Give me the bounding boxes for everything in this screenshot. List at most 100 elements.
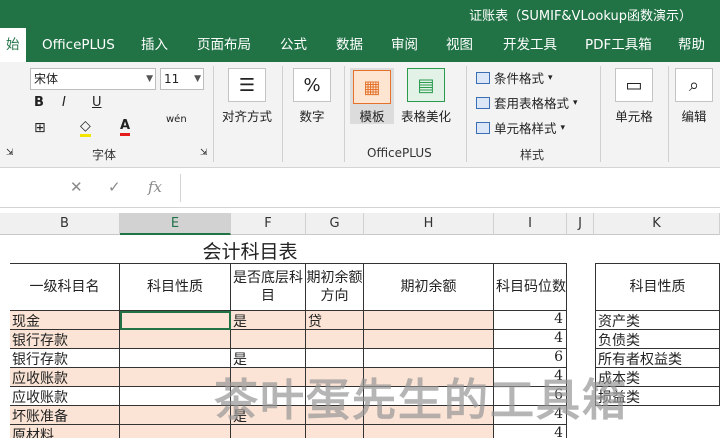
divider: [344, 66, 345, 162]
divider: [466, 66, 467, 162]
template-icon: ▦: [353, 70, 391, 104]
bold-button[interactable]: B: [34, 95, 44, 110]
alignment-label: 对齐方式: [221, 109, 272, 124]
cell-account-name[interactable]: 坏账准备: [10, 406, 120, 425]
cell-account-name[interactable]: 银行存款: [10, 349, 120, 368]
cell-is-leaf[interactable]: [231, 330, 306, 349]
cell-code-digits[interactable]: 4: [494, 311, 567, 330]
cells-button[interactable]: ▭ 单元格: [606, 68, 662, 125]
cell-is-leaf[interactable]: 是: [231, 311, 306, 330]
divider: [668, 66, 669, 162]
editing-button[interactable]: ⌕ 编辑: [672, 68, 716, 125]
template-button[interactable]: ▦ 模板: [350, 68, 394, 124]
format-as-table-button[interactable]: 套用表格格式 ▾: [476, 93, 578, 112]
tab-data[interactable]: 数据: [336, 28, 363, 62]
cell-account-name[interactable]: 原材料: [10, 425, 120, 438]
percent-icon: %: [293, 68, 331, 102]
table-beautify-icon: ▤: [407, 68, 445, 102]
font-size-select[interactable]: 11 ▼: [160, 68, 204, 90]
alignment-button[interactable]: ☰ 对齐方式: [218, 68, 276, 125]
cell-balance-direction[interactable]: 贷: [306, 311, 364, 330]
cell-k-nature[interactable]: 负债类: [595, 330, 720, 349]
conditional-format-button[interactable]: 条件格式 ▾: [476, 68, 553, 87]
column-header-b[interactable]: B: [10, 213, 120, 235]
column-header-g[interactable]: G: [306, 213, 364, 235]
cell-account-name[interactable]: 应收账款: [10, 387, 120, 406]
cell-style-icon: [476, 121, 490, 134]
cell-account-name[interactable]: 银行存款: [10, 330, 120, 349]
function-icon[interactable]: fx: [148, 178, 162, 196]
divider: [600, 66, 601, 162]
formula-bar-buttons: ✕ ✓ fx: [58, 176, 170, 200]
table-beautify-button[interactable]: ▤ 表格美化: [396, 68, 456, 125]
column-header-j[interactable]: J: [567, 213, 594, 235]
cells-icon: ▭: [615, 68, 653, 102]
ribbon-tabs: 始 OfficePLUS 插入 页面布局 公式 数据 审阅 视图 开发工具 PD…: [0, 28, 720, 62]
cells-label: 单元格: [615, 109, 653, 124]
number-label: 数字: [299, 109, 325, 124]
tab-pdf-tools[interactable]: PDF工具箱: [585, 28, 652, 62]
chevron-down-icon: ▼: [146, 74, 153, 84]
confirm-icon[interactable]: ✓: [108, 178, 121, 196]
tab-developer[interactable]: 开发工具: [503, 28, 557, 62]
conditional-format-icon: [476, 71, 490, 84]
cell-account-name[interactable]: 应收账款: [10, 368, 120, 387]
formula-input[interactable]: [180, 174, 720, 202]
format-as-table-label: 套用表格格式: [494, 96, 570, 111]
cell-account-name[interactable]: 现金: [10, 311, 120, 330]
table-beautify-label: 表格美化: [400, 109, 451, 124]
align-icon: ☰: [228, 68, 266, 102]
cell-opening-balance[interactable]: [364, 311, 494, 330]
cell-nature-selected[interactable]: [120, 311, 231, 330]
cell-style-button[interactable]: 单元格样式 ▾: [476, 118, 565, 137]
styles-group-label: 样式: [520, 148, 545, 162]
header-cell-account-name[interactable]: 一级科目名: [10, 263, 120, 311]
font-name-select[interactable]: 宋体 ▼: [30, 68, 156, 90]
tab-insert[interactable]: 插入: [141, 28, 168, 62]
formula-bar: ✕ ✓ fx: [0, 168, 720, 208]
column-header-f[interactable]: F: [231, 213, 306, 235]
tab-formulas[interactable]: 公式: [280, 28, 307, 62]
conditional-format-label: 条件格式: [494, 71, 545, 86]
column-header-i[interactable]: I: [494, 213, 567, 235]
cell-k-nature[interactable]: 资产类: [595, 311, 720, 330]
column-header-e[interactable]: E: [120, 213, 231, 235]
chevron-down-icon: ▼: [194, 74, 201, 84]
font-group-label: 字体: [92, 148, 117, 162]
chevron-down-icon: ▾: [548, 72, 553, 83]
header-cell-is-leaf[interactable]: 是否底层科目: [231, 263, 306, 311]
cell-balance-direction[interactable]: [306, 330, 364, 349]
template-label: 模板: [359, 109, 385, 124]
header-cell-nature[interactable]: 科目性质: [120, 263, 231, 311]
tab-page-layout[interactable]: 页面布局: [197, 28, 251, 62]
italic-button[interactable]: I: [62, 95, 66, 110]
font-color-button[interactable]: A: [120, 118, 131, 136]
cell-code-digits[interactable]: 4: [494, 330, 567, 349]
dialog-launcher-icon[interactable]: ⇲: [6, 148, 14, 158]
border-icon[interactable]: ⊞: [34, 120, 46, 136]
column-header-k[interactable]: K: [594, 213, 720, 235]
header-cell-k-nature[interactable]: 科目性质: [595, 263, 720, 311]
column-header-h[interactable]: H: [364, 213, 494, 235]
tab-officeplus[interactable]: OfficePLUS: [42, 28, 115, 62]
fill-color-icon[interactable]: ◇: [80, 118, 91, 137]
tab-view[interactable]: 视图: [446, 28, 473, 62]
cell-nature[interactable]: [120, 330, 231, 349]
tab-review[interactable]: 审阅: [391, 28, 418, 62]
header-cell-code-digits[interactable]: 科目码位数: [494, 263, 567, 311]
search-icon: ⌕: [675, 68, 713, 102]
header-cell-balance-direction[interactable]: 期初余额方向: [306, 263, 364, 311]
cell-opening-balance[interactable]: [364, 330, 494, 349]
cancel-icon[interactable]: ✕: [70, 178, 83, 196]
format-table-icon: [476, 96, 490, 109]
tab-home[interactable]: 始: [0, 28, 26, 62]
watermark-text: 茶叶蛋先生的工具箱: [214, 375, 628, 426]
dialog-launcher-icon[interactable]: ⇲: [200, 148, 208, 158]
sheet-title: 会计科目表: [202, 241, 298, 263]
editing-label: 编辑: [681, 109, 707, 124]
header-cell-opening-balance[interactable]: 期初余额: [364, 263, 494, 311]
phonetic-button[interactable]: wén: [166, 114, 187, 125]
number-button[interactable]: % 数字: [289, 68, 335, 125]
underline-button[interactable]: U: [92, 95, 102, 110]
tab-help[interactable]: 帮助: [678, 28, 705, 62]
